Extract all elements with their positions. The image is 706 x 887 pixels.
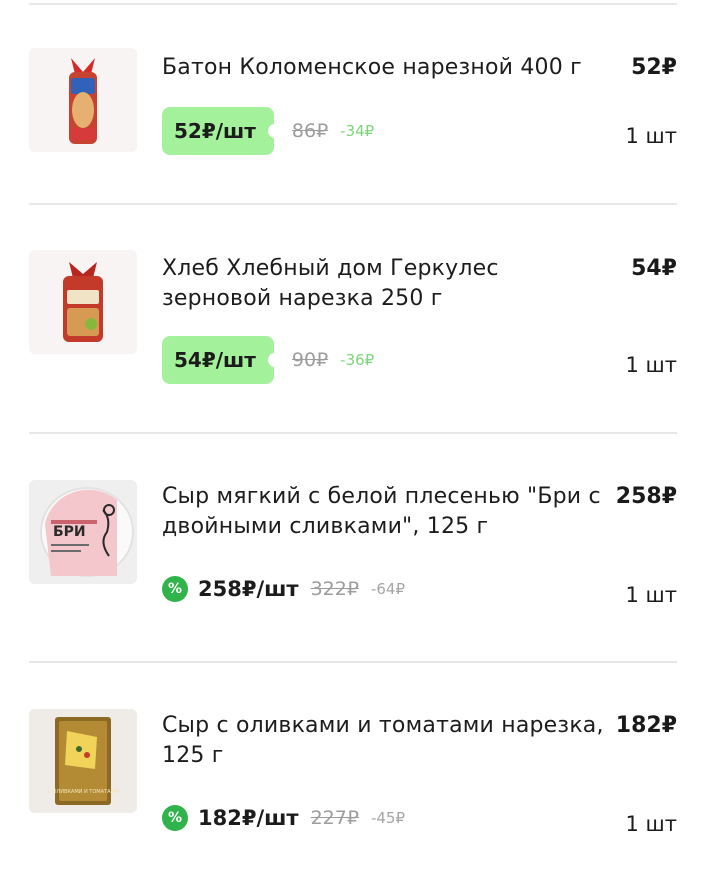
- product-name[interactable]: Сыр с оливками и томатами нарезка, 125 г: [162, 711, 612, 771]
- discount-amount: -64₽: [370, 580, 405, 598]
- discount-amount: -45₽: [370, 809, 405, 827]
- price-row: 52₽/шт 86₽ -34₽: [162, 107, 374, 155]
- product-name[interactable]: Сыр мягкий с белой плесенью "Бри с двойн…: [162, 482, 612, 542]
- package-label: БРИ: [53, 524, 86, 540]
- discount-amount: -34₽: [340, 122, 375, 140]
- item-total-price: 258₽: [615, 484, 677, 509]
- price-row: % 182₽/шт 227₽ -45₽: [162, 794, 405, 842]
- old-price: 90₽: [291, 349, 329, 371]
- divider: [29, 203, 677, 205]
- unit-price: 182₽/шт: [198, 806, 299, 830]
- percent-icon: %: [162, 805, 188, 831]
- item-quantity[interactable]: 1 шт: [626, 121, 678, 151]
- product-image[interactable]: [29, 250, 137, 354]
- unit-price: 258₽/шт: [198, 577, 299, 601]
- price-row: 54₽/шт 90₽ -36₽: [162, 336, 374, 384]
- product-image[interactable]: С ОЛИВКАМИ И ТОМАТАМИ: [29, 709, 137, 813]
- discount-amount: -36₽: [340, 351, 375, 369]
- product-name[interactable]: Батон Коломенское нарезной 400 г: [162, 53, 612, 83]
- divider: [29, 432, 677, 434]
- item-quantity[interactable]: 1 шт: [626, 580, 678, 610]
- divider: [29, 3, 677, 5]
- package-label: С ОЛИВКАМИ И ТОМАТАМИ: [47, 789, 118, 795]
- price-row: % 258₽/шт 322₽ -64₽: [162, 565, 405, 613]
- percent-icon: %: [162, 576, 188, 602]
- promo-price-badge: 52₽/шт: [162, 107, 282, 155]
- old-price: 322₽: [310, 578, 359, 600]
- item-quantity[interactable]: 1 шт: [626, 809, 678, 839]
- product-image[interactable]: БРИ: [29, 480, 137, 584]
- divider: [29, 661, 677, 663]
- promo-price-badge: 54₽/шт: [162, 336, 282, 384]
- old-price: 227₽: [310, 807, 359, 829]
- product-name[interactable]: Хлеб Хлебный дом Геркулес зерновой нарез…: [162, 254, 612, 314]
- item-total-price: 54₽: [631, 256, 677, 281]
- old-price: 86₽: [291, 120, 329, 142]
- product-image[interactable]: [29, 48, 137, 152]
- item-total-price: 182₽: [615, 713, 677, 738]
- item-total-price: 52₽: [631, 55, 677, 80]
- item-quantity[interactable]: 1 шт: [626, 350, 678, 380]
